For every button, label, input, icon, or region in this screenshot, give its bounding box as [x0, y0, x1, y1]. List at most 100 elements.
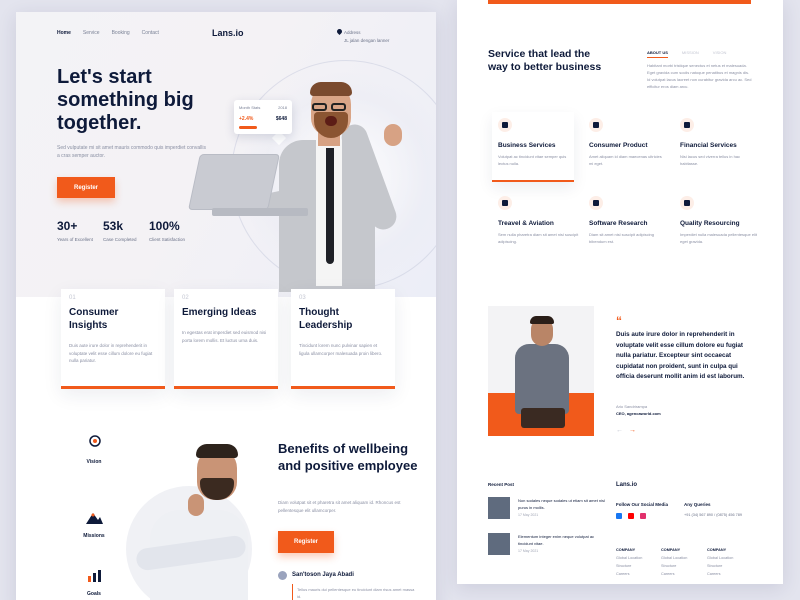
service-title: Quality Resourcing	[680, 220, 740, 227]
service-desc: Diam sit amet nisl suscipit adipiscing b…	[589, 232, 654, 244]
widget-label: Month Stats	[239, 105, 261, 110]
service-title: Consumer Product	[589, 142, 648, 149]
tab-vision[interactable]: VISION	[713, 50, 727, 58]
footer-link[interactable]: Structure	[661, 562, 687, 570]
footer-link[interactable]: Careers	[707, 570, 733, 578]
service-title: Business Services	[498, 142, 556, 149]
person-hair	[196, 444, 238, 458]
target-icon	[89, 435, 101, 447]
footer-logo[interactable]: Lans.io	[616, 482, 637, 488]
service-consumer-product[interactable]: Consumer Product Amet aliquam id diam ma…	[589, 112, 671, 182]
testimonial-author: Ario Sandrirampa CEO, agencaworld.com	[616, 403, 661, 417]
stats-widget: Month Stats 2018 +2.4% $648	[234, 100, 292, 134]
feature-title: Emerging Ideas	[182, 307, 257, 318]
value-vision[interactable]: Vision	[69, 435, 119, 465]
feature-card-emerging-ideas[interactable]: 02 Emerging Ideas In egestas erat imperd…	[174, 289, 278, 389]
recent-post-item[interactable]: Elementum integer enim neque volutpat ac…	[488, 533, 608, 557]
widget-year: 2018	[278, 105, 287, 110]
service-business[interactable]: Business Services Volutpat ac tincidunt …	[492, 112, 574, 182]
hero-subtitle: Sed vulputate mi sit amet mauris commodo…	[57, 145, 206, 159]
value-missions[interactable]: Missions	[69, 509, 119, 539]
mountain-icon	[86, 513, 103, 524]
service-desc: Imperdiet nulla malesuada pellentesque e…	[680, 232, 757, 244]
site-logo[interactable]: Lans.io	[212, 28, 244, 38]
person-fist	[384, 124, 402, 146]
column-heading: COMPANY	[661, 548, 681, 552]
feature-card-consumer-insights[interactable]: 01 Consumer Insights Duis aute irure dol…	[61, 289, 165, 389]
footer-column: COMPANY Global Location Structure Career…	[707, 546, 733, 578]
feature-desc: In egestas erat imperdiet sed euismod ni…	[182, 330, 267, 343]
post-date: 17 May 2021	[518, 549, 539, 553]
feature-desc: Duis aute irure dolor in reprehenderit i…	[69, 343, 153, 363]
feature-card-thought-leadership[interactable]: 03 Thought Leadership Tincidunt lorem nu…	[291, 289, 395, 389]
feature-title: Thought Leadership	[299, 307, 353, 331]
footer-link[interactable]: Structure	[616, 562, 642, 570]
person-hand	[188, 494, 204, 516]
bar-chart-icon	[88, 570, 101, 582]
footer-link[interactable]: Global Location	[661, 554, 687, 562]
post-thumbnail	[488, 533, 510, 555]
footer-link[interactable]: Structure	[707, 562, 733, 570]
footer-column: COMPANY Global Location Structure Career…	[661, 546, 687, 578]
stat-years: 30+ Years of Excellent	[57, 219, 97, 244]
tab-about-us[interactable]: ABOUT US	[647, 50, 668, 58]
service-title: Software Research	[589, 220, 648, 227]
author-text: Tellus mauris dui pellentesque eu tincid…	[297, 587, 415, 599]
author-name: San'toson Jaya Abadi	[292, 572, 354, 578]
youtube-icon[interactable]	[628, 513, 634, 519]
post-date: 17 May 2021	[518, 513, 539, 517]
person-tie	[326, 148, 334, 264]
footer-link[interactable]: Careers	[616, 570, 642, 578]
service-desc: Sem nulla pharetra diam sit amet nisl su…	[498, 232, 579, 244]
nav-booking[interactable]: Booking	[112, 30, 130, 36]
stat-value: 100%	[149, 219, 180, 233]
worker-toolbelt	[521, 408, 565, 428]
nav-home[interactable]: Home	[57, 30, 71, 36]
footer-link[interactable]: Global Location	[707, 554, 733, 562]
box-icon	[589, 118, 603, 132]
hero-title: Let's start something big together.	[57, 66, 194, 134]
footer-link[interactable]: Careers	[661, 570, 687, 578]
stat-value: 53k	[103, 219, 124, 233]
map-pin-icon	[498, 196, 512, 210]
footer-link[interactable]: Global Location	[616, 554, 642, 562]
service-software[interactable]: Software Research Diam sit amet nisl sus…	[589, 196, 671, 266]
hero-register-button[interactable]: Register	[57, 177, 115, 198]
recent-post-heading: Recent Post	[488, 482, 515, 487]
about-tabs: ABOUT US MISSION VISION	[647, 50, 726, 58]
stat-satisfaction: 100% Client Satisfaction	[149, 219, 189, 244]
social-links	[616, 513, 646, 519]
nav-service[interactable]: Service	[83, 30, 100, 36]
benefits-register-button[interactable]: Register	[278, 531, 334, 553]
recent-post-item[interactable]: Non sodales neque sodales ut etiam sit a…	[488, 497, 608, 521]
person-hair	[310, 82, 352, 96]
top-accent-strip	[488, 0, 751, 4]
stat-label: Client Satisfaction	[149, 237, 186, 242]
value-label: Missions	[83, 533, 105, 539]
services-title: Service that lead the way to better busi…	[488, 48, 602, 73]
tab-mission[interactable]: MISSION	[682, 50, 699, 58]
widget-change: +2.4%	[239, 116, 254, 122]
service-desc: Nisi lacus sed viverra tellus in hac hab…	[680, 154, 741, 166]
post-title: Elementum integer enim neque volutpat ac…	[518, 534, 595, 546]
facebook-icon[interactable]	[616, 513, 622, 519]
author-role: CEO, agencaworld.com	[616, 411, 661, 416]
value-goals[interactable]: Goals	[69, 567, 119, 597]
social-heading: Follow Our Social Media	[616, 502, 669, 507]
benefits-subtitle: Diam volutpat sit et pharetra sit amet a…	[278, 500, 401, 513]
landing-page-left: Home Service Booking Contact Lans.io Add…	[16, 12, 436, 600]
footer-column: COMPANY Global Location Structure Career…	[616, 546, 642, 578]
service-travel[interactable]: Treavel & Aviation Sem nulla pharetra di…	[498, 196, 580, 266]
feature-underline	[291, 386, 395, 389]
service-financial[interactable]: Financial Services Nisi lacus sed viverr…	[680, 112, 762, 182]
widget-amount: $648	[275, 116, 287, 122]
instagram-icon[interactable]	[640, 513, 646, 519]
service-quality[interactable]: Quality Resourcing Imperdiet nulla males…	[680, 196, 762, 266]
next-arrow-icon[interactable]: →	[629, 427, 636, 434]
stat-cases: 53k Case Completed	[103, 219, 143, 244]
prev-arrow-icon[interactable]: ←	[616, 427, 623, 434]
address-block: Address JL jalan dengan lanner	[335, 27, 389, 44]
service-title: Financial Services	[680, 142, 737, 149]
nav-contact[interactable]: Contact	[142, 30, 159, 36]
phone-number[interactable]: +91 (34) 567 890 / (0875) 456 789	[684, 513, 742, 517]
